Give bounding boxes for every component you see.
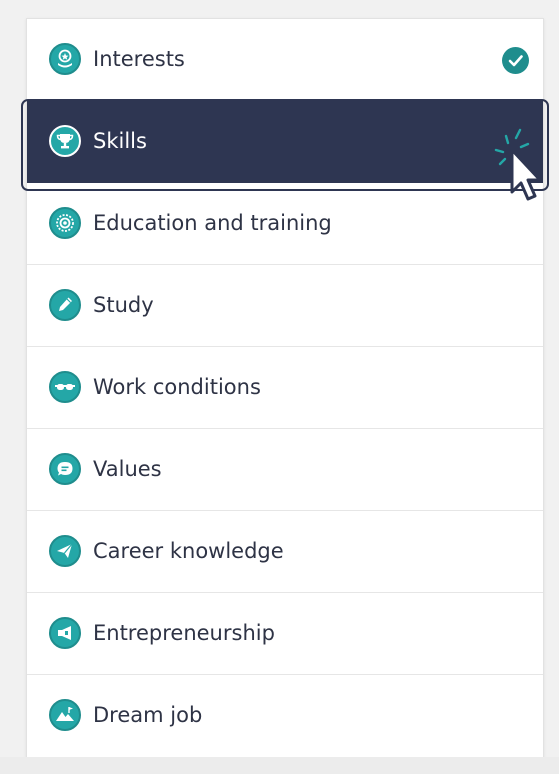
menu-item-work-conditions[interactable]: Work conditions — [27, 347, 543, 429]
pencil-icon — [49, 289, 81, 321]
menu-item-career-knowledge[interactable]: Career knowledge — [27, 511, 543, 593]
menu-item-label: Study — [93, 293, 154, 317]
trophy-icon — [49, 125, 81, 157]
goggles-icon — [49, 371, 81, 403]
career-menu-panel: Interests Skills Education and training … — [21, 18, 549, 759]
menu-item-label: Interests — [93, 47, 185, 71]
bottom-strip — [0, 757, 559, 774]
chat-icon — [49, 453, 81, 485]
menu-item-label: Dream job — [93, 703, 203, 727]
menu-item-study[interactable]: Study — [27, 265, 543, 347]
menu-item-label: Values — [93, 457, 162, 481]
menu-item-label: Work conditions — [93, 375, 261, 399]
menu-item-education-and-training[interactable]: Education and training — [27, 183, 543, 265]
megaphone-icon — [49, 617, 81, 649]
menu-item-label: Skills — [93, 129, 147, 153]
interests-icon — [49, 43, 81, 75]
menu-item-interests[interactable]: Interests — [27, 19, 543, 101]
badge-icon — [49, 207, 81, 239]
menu-item-dream-job[interactable]: Dream job — [27, 675, 543, 757]
menu-item-values[interactable]: Values — [27, 429, 543, 511]
app-frame: Interests Skills Education and training … — [0, 0, 559, 774]
mountain-icon — [49, 699, 81, 731]
menu-item-label: Career knowledge — [93, 539, 284, 563]
menu-item-entrepreneurship[interactable]: Entrepreneurship — [27, 593, 543, 675]
menu-item-label: Entrepreneurship — [93, 621, 275, 645]
menu-item-label: Education and training — [93, 211, 332, 235]
paper-plane-icon — [49, 535, 81, 567]
check-icon — [502, 47, 529, 74]
menu-item-skills[interactable]: Skills — [27, 101, 543, 183]
